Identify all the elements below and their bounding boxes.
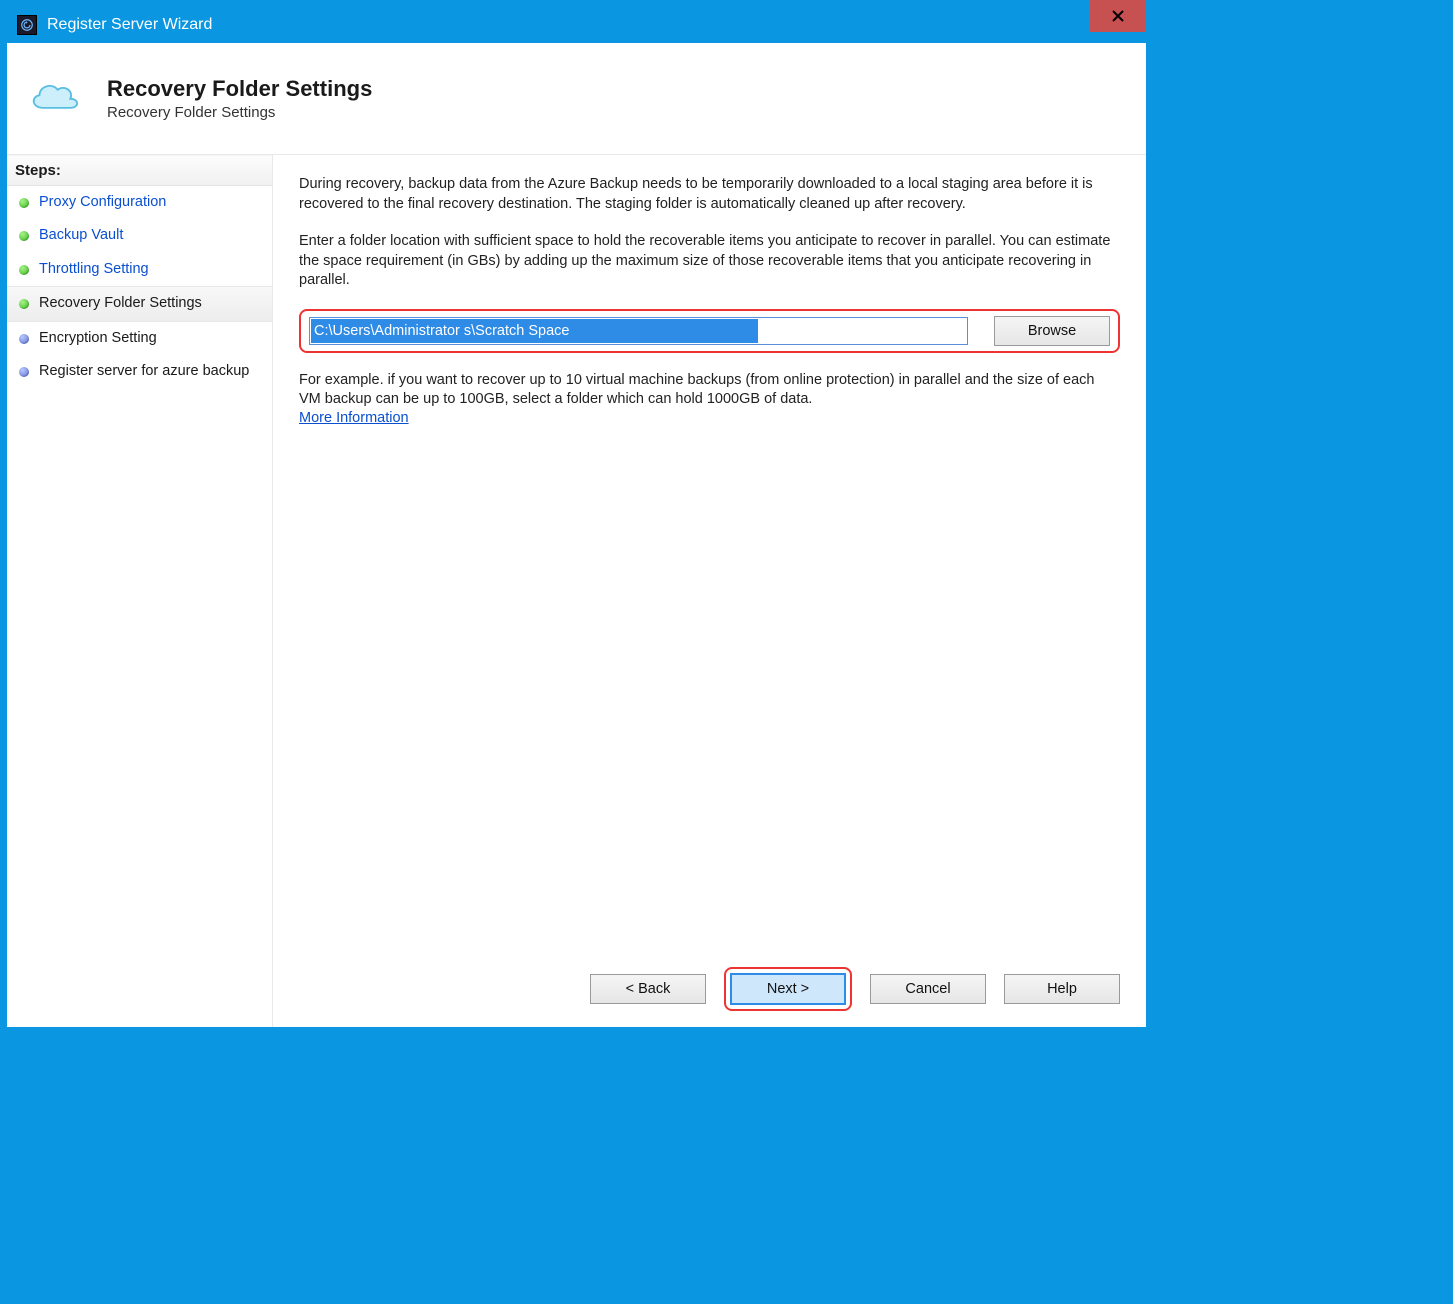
next-button-highlight: Next > <box>724 967 852 1011</box>
app-icon <box>17 15 37 35</box>
back-button[interactable]: < Back <box>590 974 706 1004</box>
content-panel: During recovery, backup data from the Az… <box>273 155 1146 1027</box>
folder-path-selected-text: C:\Users\Administrator s\Scratch Space <box>314 323 569 339</box>
step-bullet-icon <box>19 198 29 208</box>
page-title: Recovery Folder Settings <box>107 76 372 102</box>
cancel-button[interactable]: Cancel <box>870 974 986 1004</box>
window-body: Recovery Folder Settings Recovery Folder… <box>7 43 1146 1027</box>
step-backup-vault[interactable]: Backup Vault <box>7 219 272 252</box>
steps-sidebar: Steps: Proxy Configuration Backup Vault … <box>7 155 273 1027</box>
step-label: Proxy Configuration <box>39 194 166 211</box>
step-label: Recovery Folder Settings <box>39 295 202 312</box>
step-encryption-setting[interactable]: Encryption Setting <box>7 322 272 355</box>
page-subtitle: Recovery Folder Settings <box>107 104 372 121</box>
wizard-footer: < Back Next > Cancel Help <box>299 967 1120 1011</box>
folder-input-highlight: C:\Users\Administrator s\Scratch Space B… <box>299 309 1120 353</box>
description-paragraph-2: Enter a folder location with sufficient … <box>299 232 1120 291</box>
step-bullet-icon <box>19 231 29 241</box>
step-label: Register server for azure backup <box>39 363 249 380</box>
description-paragraph-1: During recovery, backup data from the Az… <box>299 175 1120 214</box>
next-button[interactable]: Next > <box>730 973 846 1005</box>
step-bullet-icon <box>19 299 29 309</box>
step-proxy-configuration[interactable]: Proxy Configuration <box>7 186 272 219</box>
help-button[interactable]: Help <box>1004 974 1120 1004</box>
step-throttling-setting[interactable]: Throttling Setting <box>7 253 272 286</box>
step-bullet-icon <box>19 265 29 275</box>
step-label: Throttling Setting <box>39 261 149 278</box>
browse-button[interactable]: Browse <box>994 316 1110 346</box>
step-bullet-icon <box>19 334 29 344</box>
step-register-server[interactable]: Register server for azure backup <box>7 355 272 388</box>
step-bullet-icon <box>19 367 29 377</box>
step-recovery-folder-settings[interactable]: Recovery Folder Settings <box>7 286 272 321</box>
cloud-icon <box>25 76 83 122</box>
more-information-link[interactable]: More Information <box>299 410 409 426</box>
steps-heading: Steps: <box>7 155 272 186</box>
example-text: For example. if you want to recover up t… <box>299 371 1120 410</box>
folder-path-input[interactable]: C:\Users\Administrator s\Scratch Space <box>309 317 968 345</box>
wizard-header: Recovery Folder Settings Recovery Folder… <box>7 43 1146 155</box>
titlebar: Register Server Wizard <box>7 7 1146 43</box>
window-title: Register Server Wizard <box>47 16 212 34</box>
close-button[interactable] <box>1090 0 1146 32</box>
step-label: Encryption Setting <box>39 330 157 347</box>
step-label: Backup Vault <box>39 227 123 244</box>
